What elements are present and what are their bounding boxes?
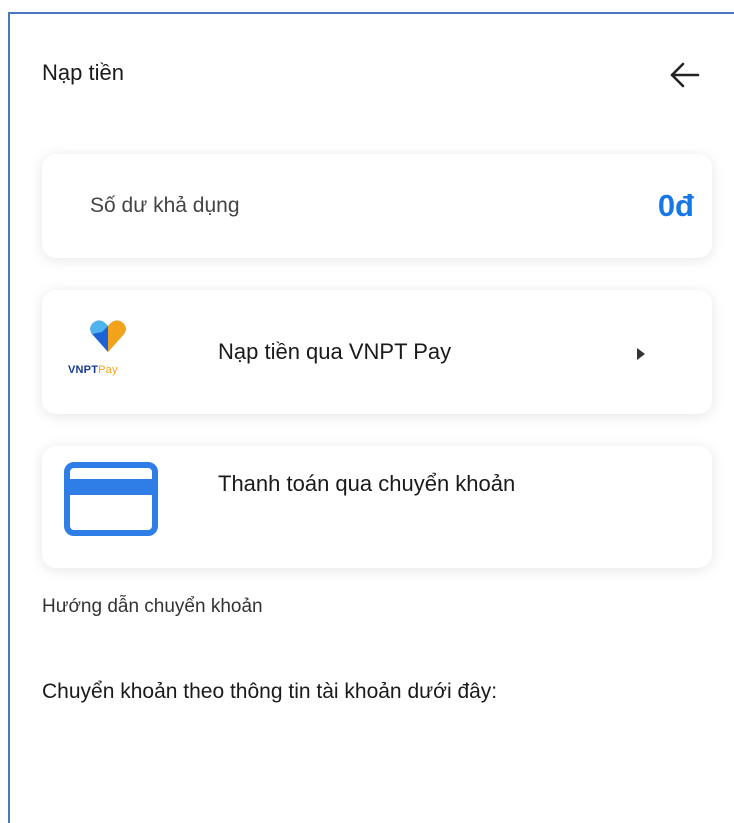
vnpt-pay-option[interactable]: VNPTPay Nạp tiền qua VNPT Pay [42,290,712,414]
balance-card: Số dư khả dụng 0đ [42,154,712,258]
transfer-guide-description: Chuyển khoản theo thông tin tài khoản dư… [42,680,498,703]
vnpt-heart-icon [90,320,126,352]
back-button[interactable] [666,56,704,94]
vnpt-logo-text: VNPTPay [68,364,118,376]
page-title: Nạp tiền [42,60,124,85]
frame-border-top [8,12,734,14]
frame-border-left [8,12,10,823]
vnpt-logo-pay-text: Pay [98,364,118,376]
credit-card-icon [64,462,158,536]
arrow-left-icon [670,62,700,88]
bank-transfer-label: Thanh toán qua chuyển khoản [218,471,516,496]
header: Nạp tiền [42,56,704,96]
vnpt-logo-main-text: VNPT [68,364,99,376]
balance-value: 0đ [657,188,694,223]
app-frame: Nạp tiền Số dư khả dụng 0đ VNPTPay Nạp t… [0,0,734,823]
bank-transfer-option[interactable]: Thanh toán qua chuyển khoản [42,446,712,568]
vnpt-pay-logo: VNPTPay [68,316,140,386]
vnpt-pay-label: Nạp tiền qua VNPT Pay [218,339,452,364]
transfer-guide-title: Hướng dẫn chuyển khoản [42,596,263,617]
balance-label: Số dư khả dụng [90,194,240,217]
caret-right-icon [637,348,645,360]
